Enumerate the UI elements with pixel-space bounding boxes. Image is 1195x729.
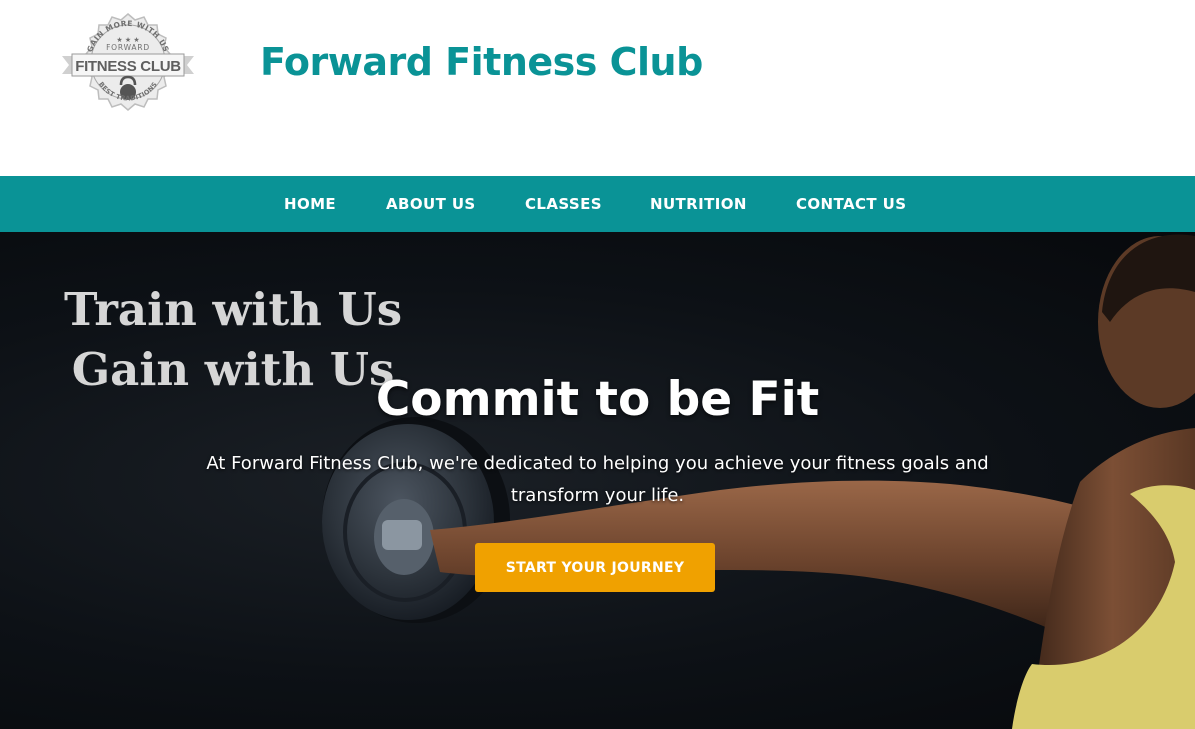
logo-sub-text: FORWARD	[106, 43, 150, 52]
site-title: Forward Fitness Club	[260, 40, 703, 84]
hero-description: At Forward Fitness Club, we're dedicated…	[206, 453, 989, 506]
nav-home[interactable]: HOME	[284, 195, 336, 213]
start-journey-button[interactable]: START YOUR JOURNEY	[475, 543, 715, 592]
logo-banner-text: FITNESS CLUB	[75, 58, 181, 75]
tagline-line-1: Train with Us	[64, 283, 403, 336]
logo[interactable]: GAIN MORE WITH US ★ ★ ★ FORWARD FITNESS …	[60, 12, 196, 116]
site-header: GAIN MORE WITH US ★ ★ ★ FORWARD FITNESS …	[0, 0, 1195, 176]
main-nav: HOME ABOUT US CLASSES NUTRITION CONTACT …	[0, 176, 1195, 232]
nav-nutrition[interactable]: NUTRITION	[650, 195, 747, 213]
hero-section: Train with Us Gain with Us Commit to be …	[0, 232, 1195, 729]
hero-heading: Commit to be Fit	[375, 372, 820, 427]
nav-classes[interactable]: CLASSES	[525, 195, 602, 213]
nav-contact-us[interactable]: CONTACT US	[796, 195, 906, 213]
nav-about-us[interactable]: ABOUT US	[386, 195, 476, 213]
